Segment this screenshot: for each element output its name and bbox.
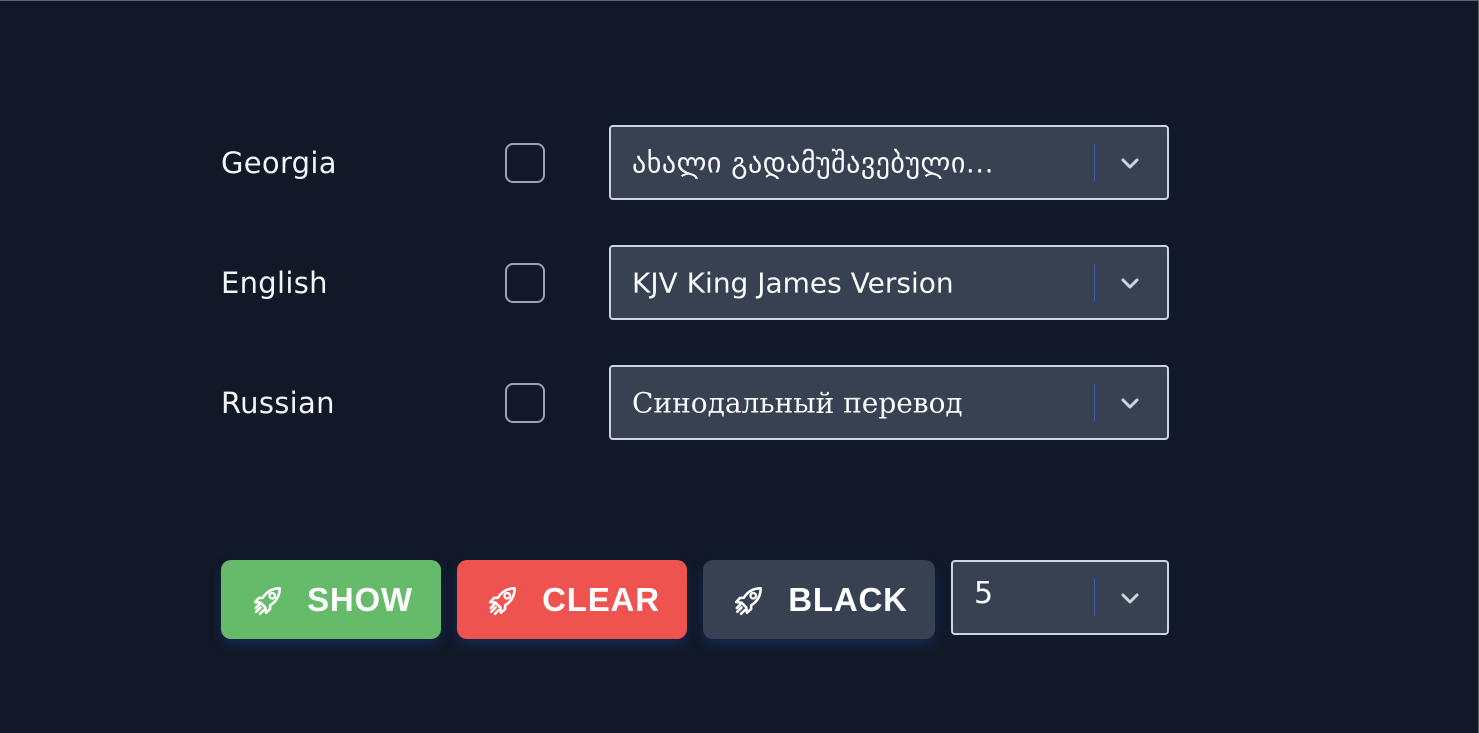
- language-label-georgia: Georgia: [221, 146, 337, 180]
- clear-button-label: CLEAR: [542, 580, 660, 618]
- black-button[interactable]: BLACK: [703, 560, 935, 639]
- rocket-icon: [251, 583, 285, 617]
- rocket-icon: [486, 583, 520, 617]
- chevron-down-icon[interactable]: [1119, 587, 1141, 609]
- show-button[interactable]: SHOW: [221, 560, 441, 639]
- chevron-down-icon[interactable]: [1119, 392, 1141, 414]
- translation-row-russian: Russian Синодальный перевод: [221, 365, 1169, 441]
- selected-version-english: KJV King James Version: [632, 266, 954, 299]
- show-button-label: SHOW: [307, 580, 413, 618]
- language-label-russian: Russian: [221, 386, 335, 420]
- version-select-english[interactable]: KJV King James Version: [609, 245, 1169, 320]
- translation-row-georgia: Georgia ახალი გადამუშავებული...: [221, 125, 1169, 201]
- select-divider: [1094, 144, 1095, 181]
- checkbox-english[interactable]: [505, 263, 545, 303]
- select-divider: [1094, 384, 1095, 421]
- version-select-georgia[interactable]: ახალი გადამუშავებული...: [609, 125, 1169, 200]
- verse-count-value: 5: [974, 576, 994, 611]
- clear-button[interactable]: CLEAR: [457, 560, 687, 639]
- checkbox-georgia[interactable]: [505, 143, 545, 183]
- rocket-icon: [732, 583, 766, 617]
- selected-version-russian: Синодальный перевод: [632, 386, 963, 419]
- chevron-down-icon[interactable]: [1119, 152, 1141, 174]
- select-divider: [1094, 579, 1095, 616]
- black-button-label: BLACK: [788, 580, 908, 618]
- chevron-down-icon[interactable]: [1119, 272, 1141, 294]
- language-label-english: English: [221, 266, 328, 300]
- checkbox-russian[interactable]: [505, 383, 545, 423]
- selected-version-georgia: ახალი გადამუშავებული...: [632, 146, 995, 179]
- select-divider: [1094, 264, 1095, 301]
- verse-count-select[interactable]: 5: [951, 560, 1169, 635]
- translation-row-english: English KJV King James Version: [221, 245, 1169, 321]
- version-select-russian[interactable]: Синодальный перевод: [609, 365, 1169, 440]
